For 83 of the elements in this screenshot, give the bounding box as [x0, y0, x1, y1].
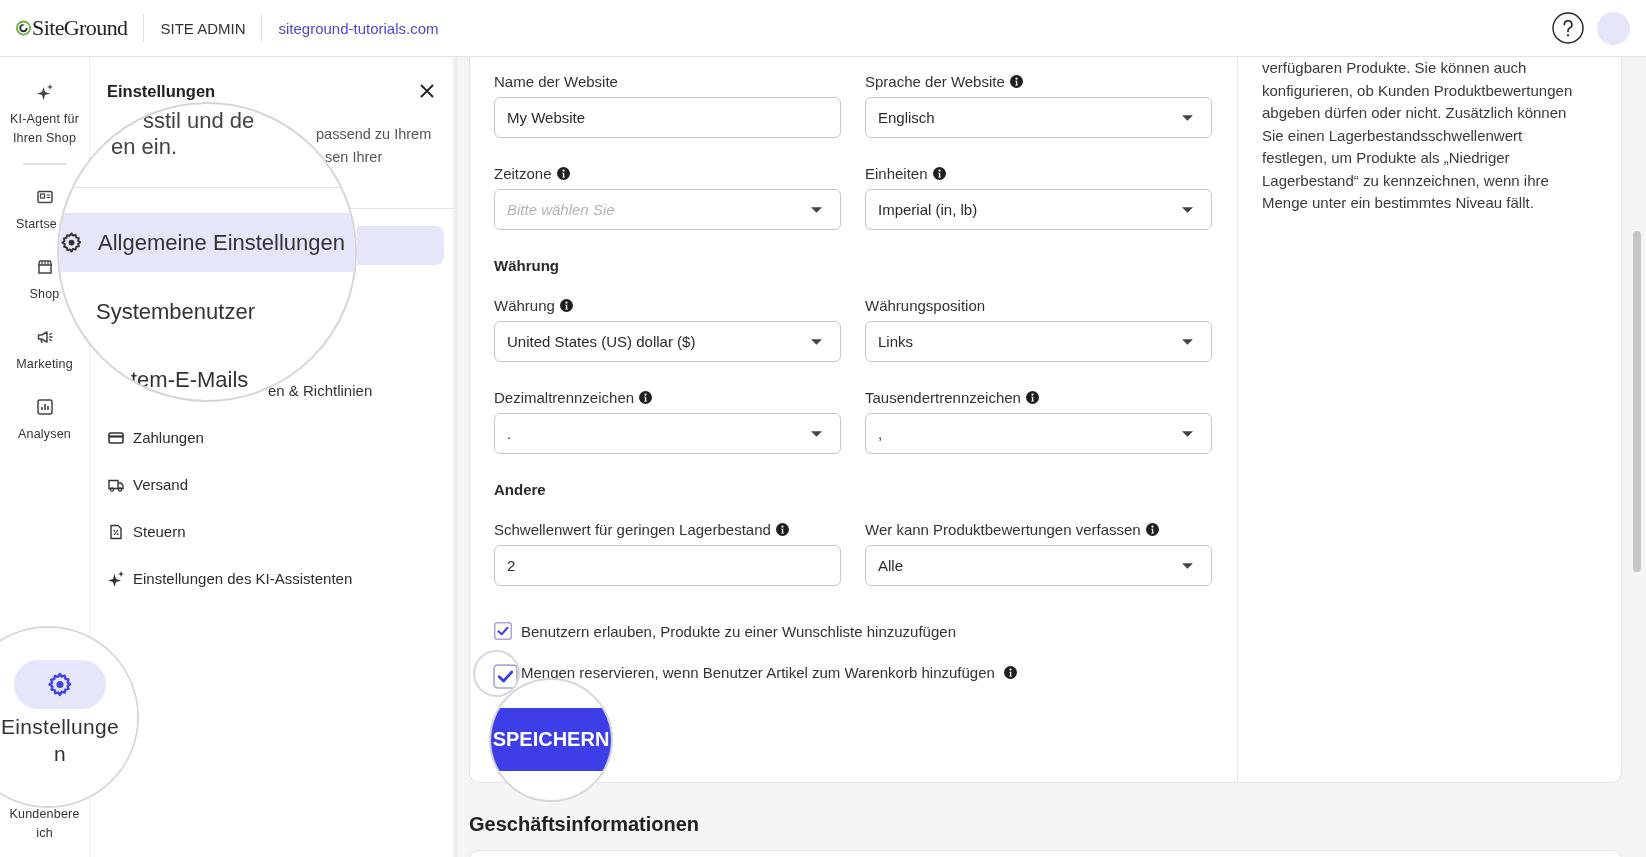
info-icon — [1025, 390, 1039, 404]
menu-item[interactable]: en & Richtlinien — [268, 381, 373, 400]
dropdown[interactable]: United States (US) dollar ($) — [494, 321, 841, 362]
site-link[interactable]: siteground-tutorials.com — [278, 19, 439, 37]
store-icon — [36, 259, 53, 275]
dropdown[interactable]: Links — [865, 321, 1212, 362]
info-icon — [775, 522, 789, 536]
caret-icon — [1182, 206, 1193, 213]
description-text: en ein. — [111, 134, 178, 160]
caret-icon — [1182, 430, 1193, 437]
field-label: Sprache der Website — [865, 72, 1005, 90]
field-label: Zeitzone — [494, 164, 552, 182]
panel-title: Einstellungen — [107, 81, 216, 101]
rail-item[interactable]: Shop — [29, 259, 60, 304]
checkbox[interactable] — [494, 622, 512, 640]
field-label: Tausendertrennzeichen — [865, 388, 1021, 406]
menu-item[interactable]: Zahlungen — [90, 414, 453, 461]
description-text: passend zu Ihrem — [316, 125, 433, 144]
menu-item[interactable]: Steuern — [90, 508, 453, 555]
layout-icon — [37, 189, 53, 205]
caret-icon — [1182, 338, 1193, 345]
dropdown[interactable]: Englisch — [865, 97, 1212, 138]
rail-item[interactable]: Startse — [16, 189, 57, 234]
input-field[interactable]: 2 — [494, 545, 841, 586]
field-label: Wer kann Produktbewertungen verfassen — [865, 520, 1141, 538]
menu-item[interactable]: Einstellungen des KI-Assistenten — [90, 555, 453, 602]
logo-text: SiteGround — [32, 15, 128, 41]
section-heading: Geschäftsinformationen — [469, 812, 701, 837]
save-button[interactable]: SPEICHERN — [491, 708, 611, 771]
logo-icon — [16, 19, 31, 37]
dropdown[interactable]: Alle — [865, 545, 1212, 586]
caret-icon — [1182, 114, 1193, 121]
sparkle-icon — [108, 570, 124, 587]
menu-item[interactable]: Versand — [90, 461, 453, 508]
rail-item[interactable]: Marketing — [16, 329, 73, 374]
info-icon — [559, 298, 573, 312]
megaphone-icon — [36, 329, 53, 345]
checkbox-label: Mengen reservieren, wenn Benutzer Artikel zum Warenkorb hinzufügen — [521, 663, 995, 681]
checkbox-label: Benutzern erlauben, Produkte zu einer Wunschliste hinzuzufügen — [521, 622, 956, 640]
gear-icon — [14, 660, 106, 709]
close-button[interactable] — [420, 84, 434, 98]
checkbox[interactable] — [493, 664, 518, 689]
description-text: sen Ihrer — [325, 148, 384, 167]
caret-icon — [1182, 562, 1193, 569]
dropdown[interactable]: . — [494, 413, 841, 454]
field-label: Währungsposition — [865, 296, 986, 314]
scrollbar-thumb[interactable] — [1633, 231, 1641, 572]
menu-item[interactable]: Systembenutzer — [96, 299, 255, 325]
sparkle-icon — [36, 84, 53, 100]
info-icon — [639, 390, 653, 404]
dropdown[interactable]: Imperial (in, lb) — [865, 189, 1212, 230]
description-text: sstil und de — [143, 108, 255, 134]
info-icon — [1145, 522, 1159, 536]
section-title: SITE ADMIN — [160, 19, 246, 37]
help-text: verfügbaren Produkte. Sie können auch konfigurieren, ob Kunden Produktbewertungen abgeben dürfen oder nicht. Zusätzlich können Sie einen Lagerbestandsschwellenwert festlegen, um Produkte als „Niedriger Lagerbestand“ zu kennzeichnen, wenn ihre Menge unter ein bestimmtes Niveau fällt. — [1262, 58, 1574, 213]
field-label: Dezimaltrennzeichen — [494, 388, 635, 406]
section-heading: Andere — [494, 481, 547, 499]
info-icon — [1009, 74, 1023, 88]
close-icon — [420, 84, 434, 98]
info-icon — [932, 166, 946, 180]
field-label: Einheiten — [865, 164, 928, 182]
rail-item[interactable]: KI-Agent für Ihren Shop — [8, 84, 81, 148]
card-icon — [108, 429, 124, 446]
gear-icon — [60, 231, 83, 254]
caret-icon — [811, 206, 822, 213]
rail-item[interactable]: Einstellungen — [0, 660, 120, 767]
menu-item[interactable]: Allgemeine Einstellungen — [59, 213, 355, 272]
caret-icon — [811, 338, 822, 345]
section-heading: Währung — [494, 257, 560, 275]
field-label: Schwellenwert für geringen Lagerbestand — [494, 520, 771, 538]
help-icon[interactable] — [1552, 12, 1584, 44]
rail-item[interactable]: Analysen — [18, 399, 71, 444]
info-icon — [556, 166, 570, 180]
field-label: Währung — [494, 296, 555, 314]
dropdown[interactable]: , — [865, 413, 1212, 454]
field-label: Name der Website — [494, 72, 618, 90]
menu-item[interactable]: tem-E-Mails — [131, 367, 249, 393]
rail-item[interactable]: Kundenbereich — [9, 805, 80, 843]
percent-document-icon — [108, 523, 124, 540]
chart-icon — [36, 399, 53, 415]
caret-icon — [811, 430, 822, 437]
input-field[interactable]: My Website — [494, 97, 841, 138]
info-icon — [1003, 665, 1017, 679]
